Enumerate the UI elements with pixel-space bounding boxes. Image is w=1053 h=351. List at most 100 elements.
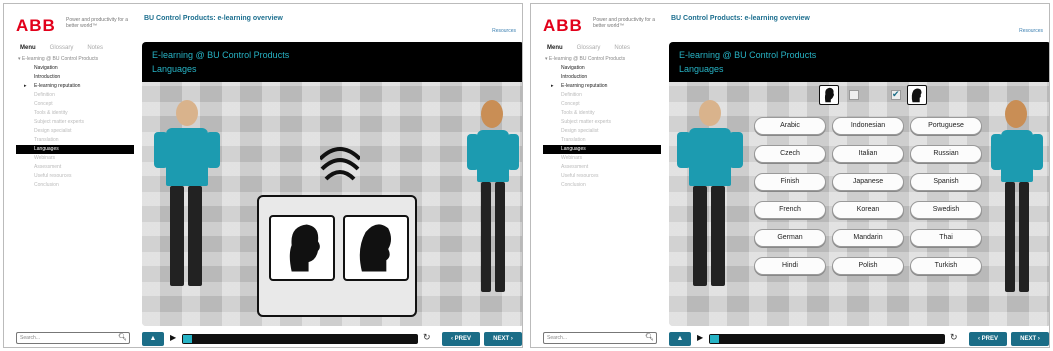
tab-notes[interactable]: Notes [83, 44, 107, 52]
next-button[interactable]: NEXT › [484, 332, 522, 346]
search-placeholder: Search... [547, 335, 568, 341]
course-root-item[interactable]: ▾ E-learning @ BU Control Products [545, 56, 661, 62]
menu-item[interactable]: E-learning reputation [16, 82, 134, 91]
menu-list: NavigationIntroductionE-learning reputat… [543, 64, 661, 190]
volume-icon[interactable]: ▲ [142, 332, 164, 346]
menu-item[interactable]: Definition [543, 91, 661, 100]
language-button[interactable]: Mandarin [832, 229, 904, 247]
resources-link[interactable]: Resources [492, 28, 516, 34]
language-button[interactable]: Finish [754, 173, 826, 191]
next-button[interactable]: NEXT › [1011, 332, 1049, 346]
progress-bar[interactable] [709, 334, 945, 344]
menu-item[interactable]: Useful resources [16, 172, 134, 181]
language-button[interactable]: Arabic [754, 117, 826, 135]
menu-item[interactable]: Assessment [16, 163, 134, 172]
search-input[interactable]: Search... 🔍︎ [543, 332, 657, 344]
sidebar: Menu Glossary Notes ▾ E-learning @ BU Co… [543, 44, 661, 190]
prev-button[interactable]: ‹ PREV [442, 332, 480, 346]
stage: E-learning @ BU Control Products Languag… [669, 42, 1049, 326]
app-title: BU Control Products: e-learning overview [671, 15, 810, 22]
menu-item[interactable]: E-learning reputation [543, 82, 661, 91]
replay-icon[interactable]: ↻ [423, 332, 431, 343]
female-voice-icon[interactable] [907, 85, 927, 105]
menu-list: NavigationIntroductionE-learning reputat… [16, 64, 134, 190]
stage-title: E-learning @ BU Control Products [679, 50, 817, 60]
progress-fill [710, 335, 720, 343]
menu-item[interactable]: Concept [543, 100, 661, 109]
language-speaker-device [257, 195, 417, 317]
replay-icon[interactable]: ↻ [950, 332, 958, 343]
search-icon[interactable]: 🔍︎ [118, 333, 127, 343]
progress-bar[interactable] [182, 334, 418, 344]
course-window-right: ABB Power and productivity for a better … [530, 3, 1050, 348]
language-button[interactable]: German [754, 229, 826, 247]
male-character [154, 100, 220, 326]
tab-glossary[interactable]: Glossary [46, 44, 78, 52]
female-voice-checkbox[interactable]: ✔ [891, 89, 901, 100]
language-button[interactable]: Hindi [754, 257, 826, 275]
menu-item[interactable]: Assessment [543, 163, 661, 172]
app-title: BU Control Products: e-learning overview [144, 15, 283, 22]
course-root-item[interactable]: ▾ E-learning @ BU Control Products [18, 56, 134, 62]
menu-item[interactable]: Design specialist [16, 127, 134, 136]
progress-fill [183, 335, 193, 343]
voice-toggle: ✔ [819, 85, 929, 105]
play-icon[interactable]: ▶ [170, 333, 176, 342]
menu-item[interactable]: Tools & identity [543, 109, 661, 118]
menu-item[interactable]: Languages [543, 145, 661, 154]
resources-link[interactable]: Resources [1019, 28, 1043, 34]
player-controls: ▲ ▶ ↻ ‹ PREV NEXT › [142, 332, 522, 346]
language-button[interactable]: French [754, 201, 826, 219]
language-button[interactable]: Czech [754, 145, 826, 163]
menu-item[interactable]: Webinars [16, 154, 134, 163]
menu-item[interactable]: Useful resources [543, 172, 661, 181]
menu-item[interactable]: Concept [16, 100, 134, 109]
menu-item[interactable]: Navigation [16, 64, 134, 73]
menu-item[interactable]: Translation [543, 136, 661, 145]
female-character [991, 100, 1046, 326]
play-icon[interactable]: ▶ [697, 333, 703, 342]
male-head-icon[interactable] [269, 215, 335, 281]
menu-item[interactable]: Navigation [543, 64, 661, 73]
menu-item[interactable]: Conclusion [16, 181, 134, 190]
language-button[interactable]: Russian [910, 145, 982, 163]
female-head-icon[interactable] [343, 215, 409, 281]
tab-menu[interactable]: Menu [16, 44, 40, 52]
menu-item[interactable]: Introduction [16, 73, 134, 82]
male-voice-icon[interactable] [819, 85, 839, 105]
tab-notes[interactable]: Notes [610, 44, 634, 52]
language-button[interactable]: Swedish [910, 201, 982, 219]
language-button[interactable]: Indonesian [832, 117, 904, 135]
language-button[interactable]: Japanese [832, 173, 904, 191]
menu-item[interactable]: Conclusion [543, 181, 661, 190]
language-button[interactable]: Korean [832, 201, 904, 219]
volume-icon[interactable]: ▲ [669, 332, 691, 346]
menu-item[interactable]: Introduction [543, 73, 661, 82]
course-window-left: ABB Power and productivity for a better … [3, 3, 523, 348]
sound-waves-icon [320, 147, 360, 181]
menu-item[interactable]: Tools & identity [16, 109, 134, 118]
menu-item[interactable]: Definition [16, 91, 134, 100]
stage-title: E-learning @ BU Control Products [152, 50, 290, 60]
menu-item[interactable]: Subject matter experts [16, 118, 134, 127]
language-button[interactable]: Polish [832, 257, 904, 275]
female-character [467, 100, 522, 326]
menu-item[interactable]: Webinars [543, 154, 661, 163]
menu-item[interactable]: Languages [16, 145, 134, 154]
menu-item[interactable]: Subject matter experts [543, 118, 661, 127]
tab-menu[interactable]: Menu [543, 44, 567, 52]
language-button[interactable]: Turkish [910, 257, 982, 275]
language-button[interactable]: Italian [832, 145, 904, 163]
male-voice-checkbox[interactable] [849, 90, 859, 100]
stage-subtitle: Languages [152, 64, 197, 74]
language-button[interactable]: Thai [910, 229, 982, 247]
tab-glossary[interactable]: Glossary [573, 44, 605, 52]
menu-item[interactable]: Design specialist [543, 127, 661, 136]
prev-button[interactable]: ‹ PREV [969, 332, 1007, 346]
menu-item[interactable]: Translation [16, 136, 134, 145]
sidebar-tabs: Menu Glossary Notes [16, 44, 134, 52]
search-input[interactable]: Search... 🔍︎ [16, 332, 130, 344]
search-icon[interactable]: 🔍︎ [645, 333, 654, 343]
language-button[interactable]: Spanish [910, 173, 982, 191]
language-button[interactable]: Portuguese [910, 117, 982, 135]
